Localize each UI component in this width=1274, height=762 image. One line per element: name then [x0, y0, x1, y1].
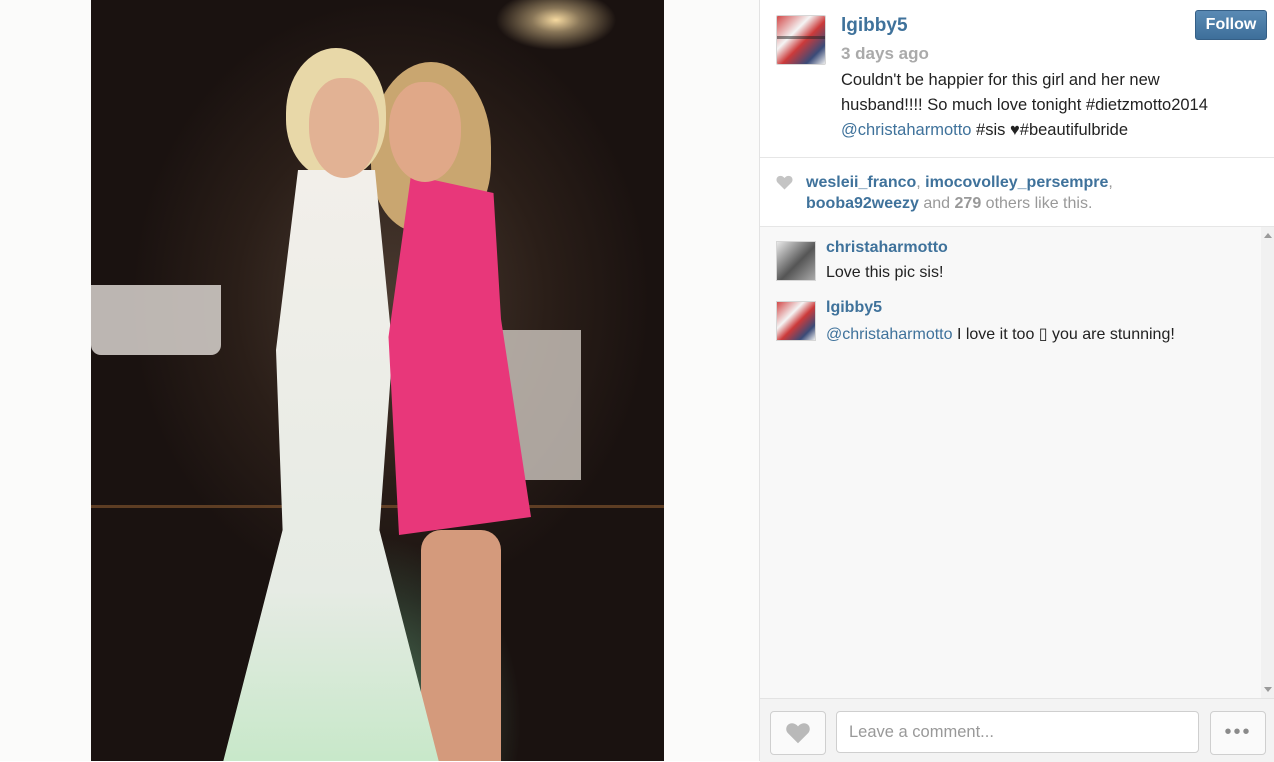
- like-button[interactable]: [770, 711, 826, 755]
- photo-bride-face: [309, 78, 379, 178]
- comment-input[interactable]: [836, 711, 1199, 753]
- photo-sister-legs: [421, 530, 501, 761]
- post-timestamp[interactable]: 3 days ago: [841, 44, 929, 64]
- liker-2[interactable]: imocovolley_persempre: [925, 174, 1108, 191]
- caption-line-1: Couldn't be happier for this girl and he…: [841, 71, 1160, 89]
- comment-mention[interactable]: @christaharmotto: [826, 326, 953, 343]
- photo-sister-face: [389, 82, 461, 182]
- likes-others: others like this.: [981, 195, 1093, 212]
- comment-text: @christaharmotto I love it too ▯ you are…: [826, 324, 1175, 344]
- scroll-down-arrow-icon[interactable]: [1264, 687, 1272, 692]
- list-item: christaharmotto Love this pic sis!: [776, 227, 1246, 281]
- comment-body: I love it too ▯ you are stunning!: [952, 326, 1175, 343]
- post-caption: Couldn't be happier for this girl and he…: [841, 68, 1251, 143]
- liker-3[interactable]: booba92weezy: [806, 195, 919, 212]
- heart-icon: [776, 175, 793, 190]
- comment-username[interactable]: lgibby5: [826, 299, 882, 317]
- post-username[interactable]: lgibby5: [841, 15, 908, 37]
- post-header: lgibby5 3 days ago Follow Couldn't be ha…: [760, 0, 1274, 158]
- post-details-panel: lgibby5 3 days ago Follow Couldn't be ha…: [759, 0, 1274, 762]
- heart-icon: [786, 723, 810, 744]
- list-item: lgibby5 @christaharmotto I love it too ▯…: [776, 287, 1246, 343]
- photo-area: [0, 0, 759, 761]
- likes-count: 279: [954, 195, 982, 212]
- comment-username[interactable]: christaharmotto: [826, 239, 948, 257]
- comment-text: Love this pic sis!: [826, 264, 944, 281]
- scroll-up-arrow-icon[interactable]: [1264, 233, 1272, 238]
- follow-button[interactable]: Follow: [1195, 10, 1267, 40]
- likes-text: wesleii_franco, imocovolley_persempre, b…: [806, 172, 1246, 214]
- comment-avatar[interactable]: [776, 301, 816, 341]
- comments-scrollbar[interactable]: [1261, 227, 1274, 698]
- more-options-button[interactable]: •••: [1210, 711, 1266, 755]
- comment-avatar[interactable]: [776, 241, 816, 281]
- caption-tail: #sis ♥#beautifulbride: [971, 121, 1129, 139]
- likes-separator: ,: [916, 174, 926, 191]
- ellipsis-icon: •••: [1224, 721, 1252, 743]
- likes-section: wesleii_franco, imocovolley_persempre, b…: [760, 158, 1274, 227]
- post-photo[interactable]: [91, 0, 664, 761]
- likes-and: and: [918, 195, 955, 212]
- likes-separator: ,: [1108, 174, 1113, 191]
- caption-mention[interactable]: @christaharmotto: [841, 121, 971, 139]
- photo-table-left: [91, 285, 221, 355]
- liker-1[interactable]: wesleii_franco: [806, 174, 916, 191]
- avatar[interactable]: [776, 15, 826, 65]
- caption-line-2: husband!!!! So much love tonight #dietzm…: [841, 96, 1208, 114]
- comments-list[interactable]: christaharmotto Love this pic sis! lgibb…: [760, 227, 1274, 698]
- comment-footer: •••: [760, 698, 1274, 762]
